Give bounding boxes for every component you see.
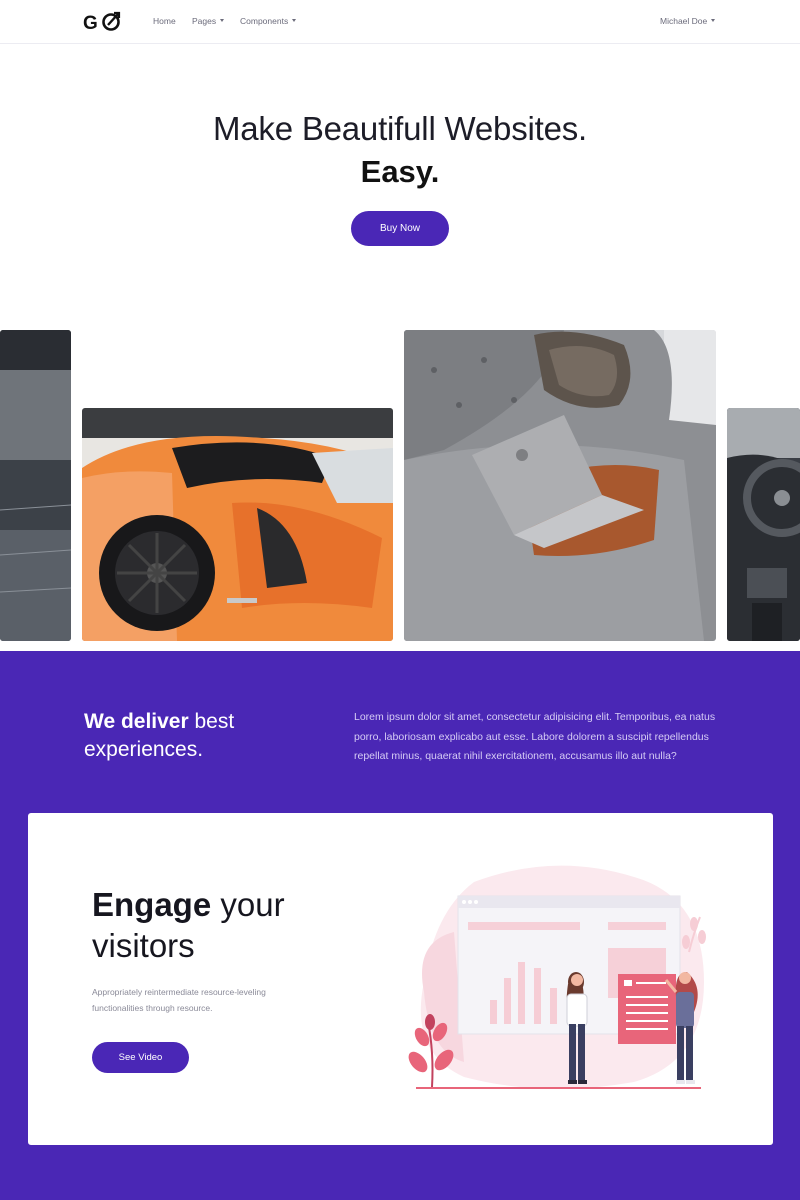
analytics-illustration [404, 862, 716, 1098]
caret-down-icon [711, 19, 716, 23]
engage-heading: Engage your visitors [92, 884, 352, 966]
svg-text:G: G [83, 13, 98, 34]
deliver-heading: We deliver best experiences. [84, 708, 304, 764]
hero-title: Make Beautifull Websites. [212, 110, 588, 147]
see-video-button[interactable]: See Video [92, 1042, 189, 1073]
caret-down-icon [292, 19, 297, 23]
dark-building-photo [0, 330, 71, 641]
nav-home-link[interactable]: Home [153, 16, 176, 26]
nav-components-label: Components [240, 16, 289, 26]
laptop-on-sofa-photo [404, 330, 716, 641]
hero-subtitle: Easy. [360, 154, 440, 189]
user-name: Michael Doe [660, 16, 708, 26]
orange-sports-car-photo [82, 408, 393, 641]
user-menu-dropdown[interactable]: Michael Doe [660, 16, 716, 26]
caret-down-icon [220, 19, 225, 23]
top-navbar: G Home Pages Components Michael Doe [0, 0, 800, 44]
buy-now-button[interactable]: Buy Now [351, 211, 449, 246]
nav-pages-dropdown[interactable]: Pages [192, 16, 225, 26]
nav-components-dropdown[interactable]: Components [240, 16, 297, 26]
go-logo[interactable]: G [83, 10, 123, 34]
nav-pages-label: Pages [192, 16, 217, 26]
deliver-text: Lorem ipsum dolor sit amet, consectetur … [354, 711, 716, 763]
engage-text: Appropriately reintermediate resource-le… [92, 987, 266, 1013]
car-interior-photo [727, 408, 800, 641]
deliver-heading-bold: We deliver [84, 710, 189, 733]
engage-heading-bold: Engage [92, 886, 212, 923]
nav-home-label: Home [153, 16, 176, 26]
